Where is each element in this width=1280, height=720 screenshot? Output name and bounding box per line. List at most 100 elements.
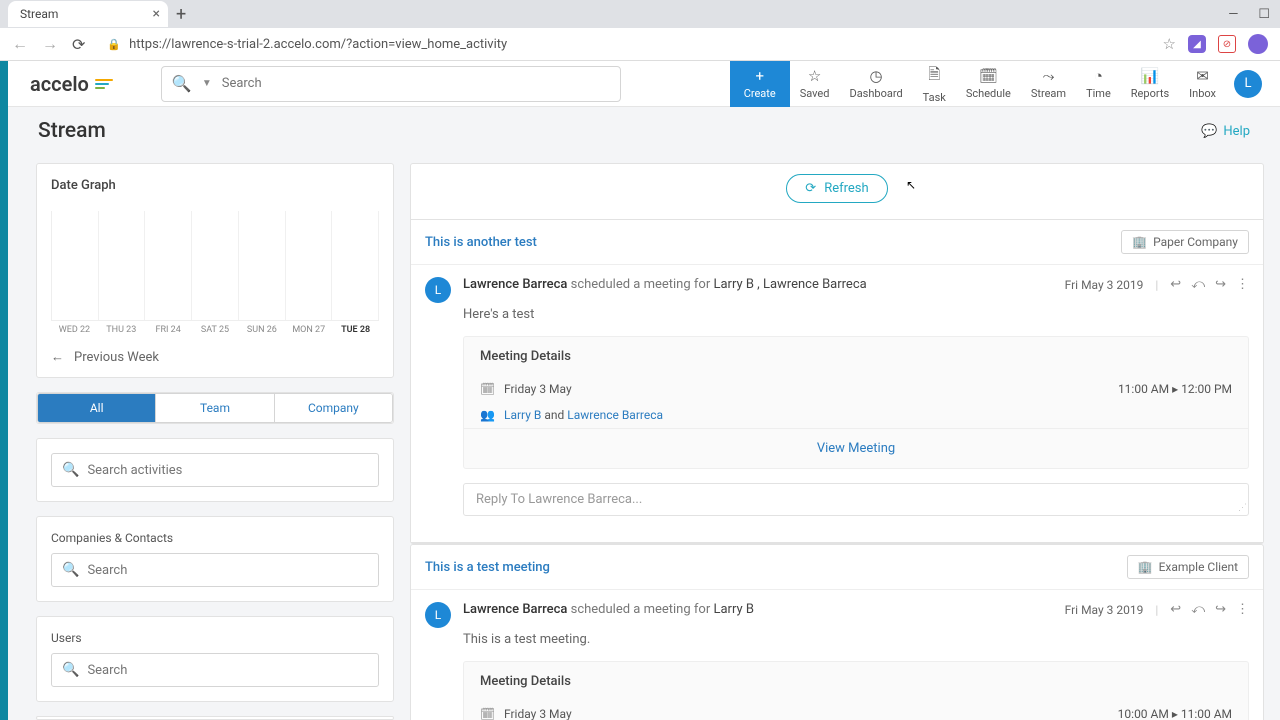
forward-icon[interactable]: ↪ <box>1215 602 1226 617</box>
activity-note: This is a test meeting. <box>463 632 1249 647</box>
global-search[interactable]: 🔍 ▼ <box>161 66 621 102</box>
feed-card: ⟳ Refresh ↖ This is another test 🏢 Paper… <box>410 163 1264 544</box>
reply-icon[interactable]: ↩ <box>1170 602 1181 617</box>
maximize-icon[interactable]: ☐ <box>1258 7 1270 22</box>
page-header: Stream 💬 Help <box>8 107 1280 155</box>
date-graph-chart <box>51 211 379 321</box>
calendar-icon: 🗓 <box>480 382 494 396</box>
activities-search[interactable]: 🔍 <box>51 453 379 487</box>
clipboard-icon: 🗎 <box>928 64 940 89</box>
activity-date: Fri May 3 2019 <box>1065 603 1144 617</box>
search-icon: 🔍 <box>172 74 192 93</box>
building-icon: 🏢 <box>1138 560 1153 574</box>
activity-title[interactable]: This is a test meeting <box>425 560 550 575</box>
tab-title: Stream <box>20 7 58 21</box>
chevron-down-icon[interactable]: ▼ <box>202 78 212 89</box>
companies-label: Companies & Contacts <box>51 531 379 545</box>
resize-handle-icon[interactable]: ⋰ <box>1238 503 1245 513</box>
refresh-button[interactable]: ⟳ Refresh <box>786 174 887 203</box>
companies-search[interactable]: 🔍 <box>51 553 379 587</box>
calendar-icon: 🗓 <box>979 67 998 85</box>
attendee-link[interactable]: Larry B <box>504 408 541 422</box>
stream-icon: ⤳ <box>1042 67 1054 85</box>
star-icon: ☆ <box>808 67 821 85</box>
activities-search-panel: 🔍 <box>36 438 394 502</box>
reply-all-icon[interactable]: ⤺ <box>1191 602 1205 617</box>
users-search[interactable]: 🔍 <box>51 653 379 687</box>
feed-container: ⟳ Refresh ↖ This is another test 🏢 Paper… <box>410 163 1264 720</box>
clock-icon: ◔ <box>1094 67 1103 85</box>
nav-time[interactable]: ◔Time <box>1076 61 1121 107</box>
date-graph-panel: Date Graph WED 22 THU 23 FRI 24 SAT 25 S… <box>36 163 394 378</box>
nav-dashboard[interactable]: ◷Dashboard <box>839 61 912 107</box>
view-meeting-button[interactable]: View Meeting <box>464 428 1248 468</box>
logo-icon <box>95 79 113 89</box>
left-rail <box>0 61 8 720</box>
nav-schedule[interactable]: 🗓Schedule <box>956 61 1021 107</box>
activity-tag[interactable]: 🏢 Paper Company <box>1121 230 1249 254</box>
companies-panel: Companies & Contacts 🔍 <box>36 516 394 602</box>
reload-icon[interactable]: ⟳ <box>72 35 85 54</box>
reply-all-icon[interactable]: ⤺ <box>1191 277 1205 292</box>
inbox-icon: ✉ <box>1196 67 1209 85</box>
avatar[interactable]: L <box>425 277 451 303</box>
users-search-input[interactable] <box>87 663 368 678</box>
panel-stub <box>36 716 394 720</box>
meeting-details: Meeting Details 🗓 Friday 3 May 10:00 AM … <box>463 661 1249 720</box>
more-icon[interactable]: ⋮ <box>1236 277 1249 292</box>
cursor-icon: ↖ <box>906 178 916 192</box>
nav-inbox[interactable]: ✉Inbox <box>1179 61 1226 107</box>
url-text: https://lawrence-s-trial-2.accelo.com/?a… <box>129 37 507 52</box>
search-input[interactable] <box>222 76 610 91</box>
activity-author[interactable]: Lawrence Barreca <box>463 602 567 617</box>
forward-icon[interactable]: → <box>42 34 58 54</box>
activity-author[interactable]: Lawrence Barreca <box>463 277 567 292</box>
companies-search-input[interactable] <box>87 563 368 578</box>
extension-icon[interactable]: ⊘ <box>1218 35 1236 53</box>
refresh-icon: ⟳ <box>805 181 816 196</box>
browser-chrome: Stream × + — ☐ ← → ⟳ 🔒 https://lawrence-… <box>0 0 1280 61</box>
day-labels: WED 22 THU 23 FRI 24 SAT 25 SUN 26 MON 2… <box>51 325 379 335</box>
nav-reports[interactable]: 📊Reports <box>1121 61 1179 107</box>
back-icon[interactable]: ← <box>12 34 28 54</box>
browser-profile[interactable] <box>1248 34 1268 54</box>
close-tab-icon[interactable]: × <box>153 6 160 22</box>
nav-stream[interactable]: ⤳Stream <box>1021 61 1076 107</box>
calendar-icon: 🗓 <box>480 707 494 720</box>
forward-icon[interactable]: ↪ <box>1215 277 1226 292</box>
activity-title[interactable]: This is another test <box>425 235 537 250</box>
chat-icon: 💬 <box>1201 124 1217 139</box>
activity-tag[interactable]: 🏢 Example Client <box>1127 555 1249 579</box>
reply-icon[interactable]: ↩ <box>1170 277 1181 292</box>
activity-card: This is another test 🏢 Paper Company L L… <box>411 219 1263 543</box>
activity-date: Fri May 3 2019 <box>1065 278 1144 292</box>
more-icon[interactable]: ⋮ <box>1236 602 1249 617</box>
logo[interactable]: accelo <box>30 72 113 96</box>
user-avatar[interactable]: L <box>1234 70 1262 98</box>
reply-input[interactable]: Reply To Lawrence Barreca... ⋰ <box>463 483 1249 516</box>
tab-company[interactable]: Company <box>274 394 392 422</box>
star-icon[interactable]: ☆ <box>1163 35 1176 53</box>
search-icon: 🔍 <box>62 662 79 678</box>
chart-icon: 📊 <box>1141 67 1160 85</box>
tab-team[interactable]: Team <box>155 394 273 422</box>
nav-task[interactable]: 🗎Task <box>913 61 956 107</box>
extension-icon[interactable]: ◢ <box>1188 35 1206 53</box>
tab-all[interactable]: All <box>38 394 155 422</box>
nav-create[interactable]: +Create <box>730 61 790 107</box>
minimize-icon[interactable]: — <box>1228 7 1238 22</box>
search-icon: 🔍 <box>62 562 79 578</box>
avatar[interactable]: L <box>425 602 451 628</box>
plus-icon: + <box>755 67 764 85</box>
browser-tab[interactable]: Stream × <box>8 1 168 27</box>
building-icon: 🏢 <box>1132 235 1147 249</box>
url-bar[interactable]: 🔒 https://lawrence-s-trial-2.accelo.com/… <box>99 37 1148 52</box>
previous-week-button[interactable]: ← Previous Week <box>51 349 379 365</box>
attendee-link[interactable]: Lawrence Barreca <box>567 408 663 422</box>
tab-bar: Stream × + — ☐ <box>0 0 1280 28</box>
nav-saved[interactable]: ☆Saved <box>790 61 840 107</box>
help-link[interactable]: 💬 Help <box>1201 124 1250 139</box>
activities-search-input[interactable] <box>87 463 368 478</box>
users-label: Users <box>51 631 379 645</box>
new-tab-button[interactable]: + <box>176 4 186 25</box>
